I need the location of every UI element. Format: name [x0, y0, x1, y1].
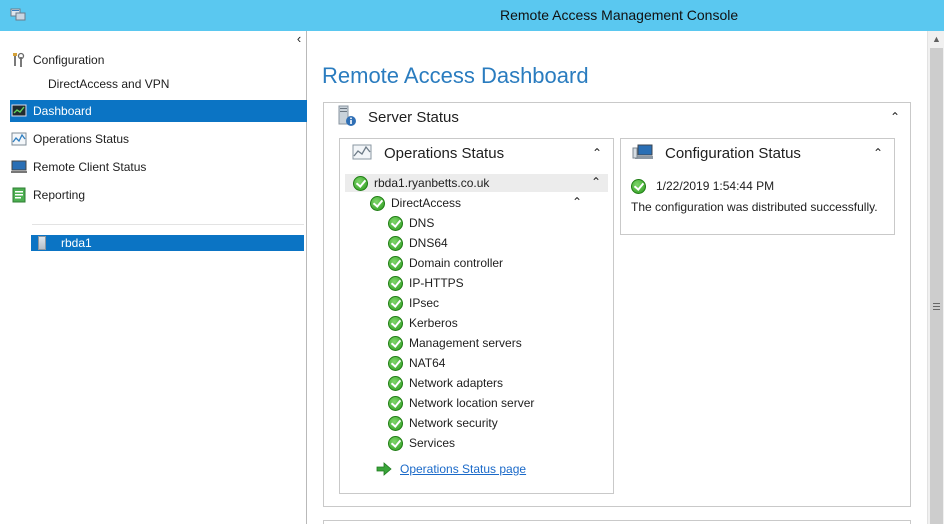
- report-icon: [12, 187, 26, 203]
- operations-status-link-row: Operations Status page: [376, 462, 526, 476]
- component-name: NAT64: [409, 356, 446, 370]
- check-circle-icon: [388, 315, 403, 331]
- component-name: Domain controller: [409, 256, 504, 270]
- scroll-thumb[interactable]: [930, 48, 943, 524]
- server-status-entry: rbda1.ryanbetts.co.uk: [353, 173, 489, 193]
- nav-item-label: Remote Client Status: [33, 160, 147, 174]
- navigation-pane: ‹ Configuration DirectAccess and VPN Das…: [0, 31, 307, 524]
- component-name: Network location server: [409, 396, 535, 410]
- component-status-row[interactable]: Domain controller: [388, 253, 503, 273]
- nav-item-reporting[interactable]: Reporting: [10, 184, 85, 206]
- component-status-row[interactable]: DNS64: [388, 233, 448, 253]
- check-circle-icon: [388, 355, 403, 371]
- server-node-rbda1[interactable]: rbda1: [31, 235, 304, 251]
- operations-status-page-link[interactable]: Operations Status page: [400, 462, 526, 476]
- check-circle-icon: [388, 215, 403, 231]
- configuration-status-collapse-chevron[interactable]: ⌃: [873, 146, 883, 160]
- configuration-computer-icon: [632, 144, 653, 159]
- nav-item-dashboard[interactable]: Dashboard: [10, 100, 307, 122]
- directaccess-group-row[interactable]: DirectAccess: [370, 193, 461, 213]
- component-status-row[interactable]: Kerberos: [388, 313, 458, 333]
- component-status-row[interactable]: Services: [388, 433, 455, 453]
- component-status-row[interactable]: Network security: [388, 413, 498, 433]
- component-status-row[interactable]: Network adapters: [388, 373, 503, 393]
- check-circle-icon: [388, 235, 403, 251]
- server-label: rbda1: [61, 236, 92, 250]
- check-circle-icon: [388, 435, 403, 451]
- component-name: IPsec: [409, 296, 440, 310]
- operations-chart-icon: [352, 144, 372, 160]
- component-status-row[interactable]: IPsec: [388, 293, 439, 313]
- operations-status-title: Operations Status: [384, 145, 505, 162]
- group-name: DirectAccess: [391, 196, 462, 210]
- server-info-icon: [338, 105, 356, 126]
- wrench-icon: [13, 52, 25, 67]
- component-status-row[interactable]: Management servers: [388, 333, 522, 353]
- next-panel-edge: [323, 520, 911, 524]
- check-circle-icon: [388, 395, 403, 411]
- check-circle-icon: [370, 195, 385, 211]
- scroll-up-arrow-icon[interactable]: ▲: [928, 31, 944, 48]
- main-content: Remote Access Dashboard Server Status ⌃ …: [308, 31, 927, 524]
- check-circle-icon: [388, 375, 403, 391]
- check-circle-icon: [388, 255, 403, 271]
- configuration-timestamp: 1/22/2019 1:54:44 PM: [656, 179, 775, 193]
- check-circle-icon: [388, 295, 403, 311]
- server-status-row[interactable]: rbda1.ryanbetts.co.uk ⌃: [345, 174, 608, 192]
- check-circle-icon: [388, 275, 403, 291]
- nav-item-remote-client-status[interactable]: Remote Client Status: [10, 156, 146, 178]
- operations-status-panel: Operations Status ⌃ rbda1.ryanbetts.co.u…: [339, 138, 614, 494]
- vertical-scrollbar[interactable]: ▲: [927, 31, 944, 524]
- nav-item-label: Dashboard: [33, 104, 92, 118]
- component-name: Services: [409, 436, 456, 450]
- server-status-title: Server Status: [368, 109, 459, 126]
- scroll-grip-icon: [933, 303, 940, 310]
- component-name: DNS64: [409, 236, 448, 250]
- directaccess-collapse-chevron[interactable]: ⌃: [572, 195, 582, 209]
- nav-item-label: Reporting: [33, 188, 86, 202]
- component-name: IP-HTTPS: [409, 276, 464, 290]
- app-icon: [10, 8, 26, 21]
- green-arrow-icon: [376, 462, 392, 476]
- dashboard-icon: [11, 104, 27, 117]
- nav-divider: [32, 224, 304, 225]
- nav-item-label: Operations Status: [33, 132, 130, 146]
- component-name: Network security: [409, 416, 498, 430]
- computer-icon: [11, 160, 27, 173]
- check-circle-icon: [631, 178, 646, 194]
- server-status-collapse-chevron[interactable]: ⌃: [890, 110, 900, 124]
- operations-chart-icon: [11, 132, 27, 146]
- collapse-pane-button[interactable]: ‹: [292, 32, 306, 46]
- configuration-message: The configuration was distributed succes…: [631, 200, 878, 214]
- component-name: Management servers: [409, 336, 522, 350]
- component-status-row[interactable]: DNS: [388, 213, 434, 233]
- component-name: DNS: [409, 216, 435, 230]
- component-status-row[interactable]: IP-HTTPS: [388, 273, 464, 293]
- configuration-timestamp-row: 1/22/2019 1:54:44 PM: [631, 176, 774, 196]
- component-status-row[interactable]: NAT64: [388, 353, 445, 373]
- nav-item-operations-status[interactable]: Operations Status: [10, 128, 129, 150]
- check-circle-icon: [388, 415, 403, 431]
- window-title: Remote Access Management Console: [500, 7, 739, 23]
- nav-item-configuration[interactable]: Configuration: [10, 49, 104, 71]
- configuration-status-panel: Configuration Status ⌃ 1/22/2019 1:54:44…: [620, 138, 895, 235]
- title-bar: Remote Access Management Console: [0, 0, 944, 31]
- configuration-status-title: Configuration Status: [665, 145, 801, 162]
- server-icon: [38, 236, 46, 250]
- nav-item-directaccess-vpn[interactable]: DirectAccess and VPN: [48, 77, 169, 91]
- nav-item-label: Configuration: [33, 53, 105, 67]
- server-name: rbda1.ryanbetts.co.uk: [374, 176, 490, 190]
- server-row-collapse-chevron[interactable]: ⌃: [591, 175, 601, 189]
- page-title: Remote Access Dashboard: [322, 63, 589, 88]
- check-circle-icon: [353, 175, 368, 191]
- component-status-row[interactable]: Network location server: [388, 393, 534, 413]
- component-name: Kerberos: [409, 316, 458, 330]
- check-circle-icon: [388, 335, 403, 351]
- operations-status-collapse-chevron[interactable]: ⌃: [592, 146, 602, 160]
- component-name: Network adapters: [409, 376, 504, 390]
